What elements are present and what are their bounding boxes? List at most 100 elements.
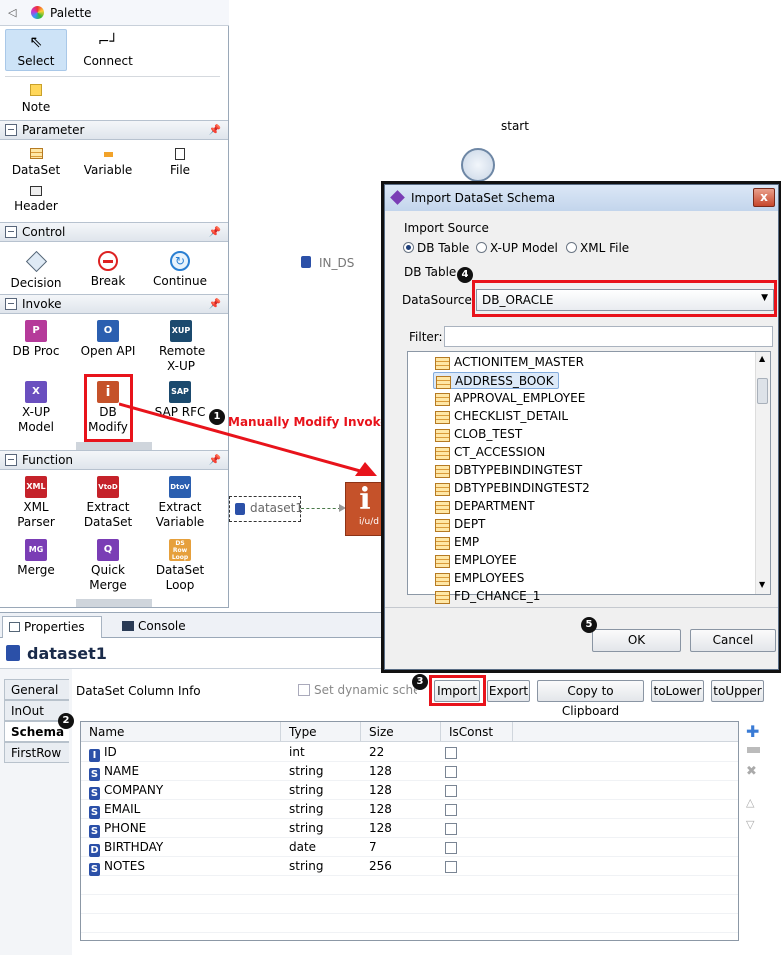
tab-general[interactable]: General [4,679,69,700]
table-list-item[interactable]: DEPT [433,516,485,533]
section-control[interactable]: Control 📌 [0,222,228,242]
tab-console[interactable]: Console [116,616,192,638]
col-header-size[interactable]: Size [361,722,441,742]
isconst-checkbox[interactable] [445,766,457,778]
col-header-isconst[interactable]: IsConst [441,722,513,742]
dialog-titlebar[interactable]: Import DataSet Schema x [385,185,778,211]
tool-merge[interactable]: MG Merge [1,539,71,578]
move-up-icon[interactable]: △ [746,796,754,809]
tool-xml-parser[interactable]: XML XML Parser [1,476,71,530]
table-row[interactable]: S COMPANY string 128 [81,781,738,800]
scroll-more-handle[interactable] [76,599,152,607]
table-list-item[interactable]: EMPLOYEE [433,552,517,569]
isconst-checkbox[interactable] [445,823,457,835]
section-invoke[interactable]: Invoke 📌 [0,294,228,314]
table-list-item[interactable]: ADDRESS_BOOK [433,372,559,389]
tool-dataset-loop[interactable]: DS Row Loop DataSet Loop [145,539,215,593]
collapse-arrow-icon[interactable]: ◁ [8,6,16,19]
table-list-item[interactable]: EMPLOYEES [433,570,524,587]
ok-button[interactable]: OK [592,629,681,652]
radio-xup-model[interactable]: X-UP Model [476,241,558,255]
table-list-item[interactable]: ACTIONITEM_MASTER [433,354,584,371]
isconst-checkbox[interactable] [445,785,457,797]
close-icon[interactable]: x [753,188,775,207]
tool-label: Merge [17,563,55,577]
table-list-item[interactable]: EMP [433,534,479,551]
pin-icon[interactable]: 📌 [209,122,221,140]
filter-input[interactable] [444,326,773,347]
tool-decision[interactable]: Decision [1,250,71,291]
table-row[interactable]: S PHONE string 128 [81,819,738,838]
dataset1-node[interactable]: dataset1 [229,496,303,522]
cancel-button[interactable]: Cancel [690,629,776,652]
table-row[interactable]: I ID int 22 [81,743,738,762]
tool-xup-model[interactable]: X X-UP Model [1,381,71,435]
tool-db-proc[interactable]: P DB Proc [1,320,71,359]
tool-open-api[interactable]: O Open API [73,320,143,359]
dynamic-schema-checkbox[interactable] [298,684,310,696]
size-cell: 128 [369,802,392,816]
table-list-item[interactable]: FD_CHANCE_1 [433,588,540,605]
tool-header[interactable]: Header [1,186,71,214]
isconst-checkbox[interactable] [445,861,457,873]
scroll-up-icon[interactable]: ▲ [759,354,765,363]
table-list-item[interactable]: DBTYPEBINDINGTEST [433,462,582,479]
add-row-icon[interactable]: ✚ [746,722,759,741]
tool-break[interactable]: Break [73,251,143,289]
isconst-checkbox[interactable] [445,842,457,854]
tool-remote-xup[interactable]: XUP Remote X-UP [145,320,217,374]
tool-label: DataSet [11,163,61,177]
tool-continue[interactable]: ↻ Continue [145,251,215,289]
isconst-checkbox[interactable] [445,804,457,816]
db-modify-node[interactable]: i i/u/d [345,482,385,536]
remove-row-icon[interactable] [747,747,760,753]
annotation-text: Manually Modify Invoke [228,415,389,429]
tab-properties[interactable]: Properties ✕ [2,616,102,654]
section-parameter[interactable]: Parameter 📌 [0,120,228,140]
table-list[interactable]: ACTIONITEM_MASTER ADDRESS_BOOK APPROVAL_EM… [407,351,771,604]
table-list-item[interactable]: DBTYPEBINDINGTEST2 [433,480,590,497]
col-header-type[interactable]: Type [281,722,361,742]
tab-firstrow[interactable]: FirstRow [4,742,69,763]
dataset-title-icon [6,645,20,661]
radio-label: DB Table [417,241,470,255]
tool-file[interactable]: File [145,148,215,178]
table-list-item[interactable]: APPROVAL_EMPLOYEE [433,390,585,407]
table-row[interactable]: D BIRTHDAY date 7 [81,838,738,857]
schema-grid[interactable]: Name Type Size IsConst I ID int 22 S NAME stri… [80,721,739,941]
file-icon [175,148,185,160]
tool-dataset[interactable]: DataSet [1,148,71,178]
delete-all-icon[interactable]: ✖ [746,764,757,779]
pin-icon[interactable]: 📌 [209,224,221,242]
select-tool[interactable]: ⇖ Select [1,33,71,69]
tool-label: XML Parser [17,500,55,529]
table-row[interactable]: S NOTES string 256 [81,857,738,876]
scroll-thumb[interactable] [757,378,768,404]
scroll-down-icon[interactable]: ▼ [759,580,765,589]
start-node[interactable] [461,148,495,182]
note-tool[interactable]: Note [1,82,71,115]
table-list-item[interactable]: CHECKLIST_DETAIL [433,408,568,425]
table-row[interactable]: S NAME string 128 [81,762,738,781]
radio-xml-file[interactable]: XML File [566,241,629,255]
isconst-checkbox[interactable] [445,747,457,759]
tool-quick-merge[interactable]: Q Quick Merge [73,539,143,593]
name-text: EMAIL [104,802,141,816]
tool-variable[interactable]: Variable [73,148,143,178]
col-header-name[interactable]: Name [81,722,281,742]
tolower-button[interactable]: toLower [651,680,704,702]
table-list-item[interactable]: DEPARTMENT [433,498,535,515]
table-row[interactable]: S EMAIL string 128 [81,800,738,819]
radio-db-table[interactable]: DB Table [403,241,469,255]
table-list-item[interactable]: CT_ACCESSION [433,444,545,461]
export-button[interactable]: Export [487,680,530,702]
connect-tool[interactable]: ⌐┘ Connect [73,33,143,69]
palette-title: Palette [50,6,92,20]
pin-icon[interactable]: 📌 [209,296,221,314]
name-cell: S NAME [89,762,139,781]
toupper-button[interactable]: toUpper [711,680,764,702]
list-scrollbar[interactable]: ▲ ▼ [755,352,770,594]
move-down-icon[interactable]: ▽ [746,818,754,831]
table-list-item[interactable]: CLOB_TEST [433,426,522,443]
copy-clipboard-button[interactable]: Copy to Clipboard [537,680,644,718]
